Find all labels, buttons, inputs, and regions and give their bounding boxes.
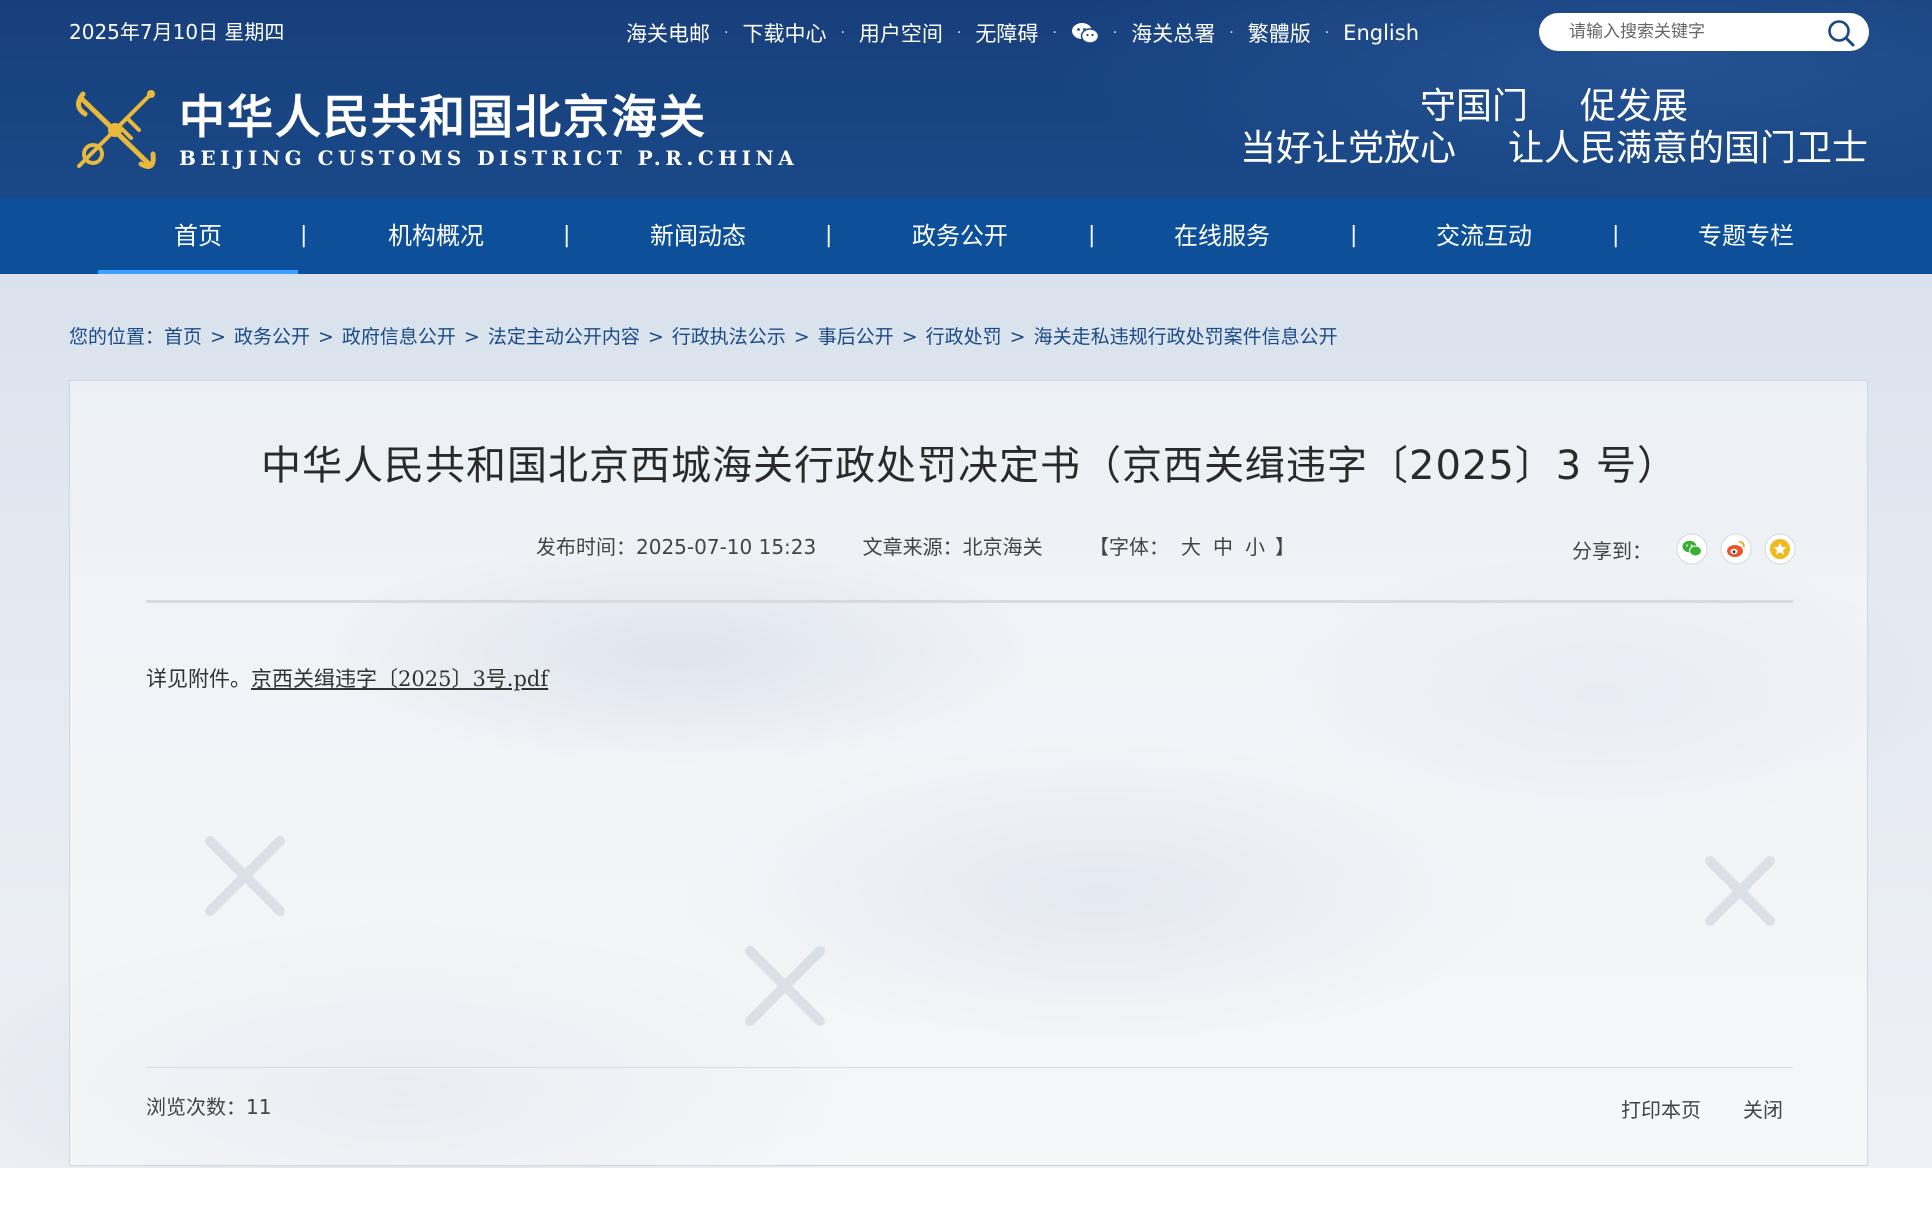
customs-emblem xyxy=(76,90,156,169)
breadcrumb-item[interactable]: 事后公开 xyxy=(818,326,894,348)
nav-separator: | xyxy=(825,223,833,248)
nav-separator: | xyxy=(1350,223,1358,248)
breadcrumb-separator: > xyxy=(1009,326,1026,348)
link-download-center[interactable]: 下载中心 xyxy=(742,18,826,48)
nav-home[interactable]: 首页 xyxy=(98,198,298,274)
breadcrumb-separator: > xyxy=(317,326,334,348)
breadcrumb-item[interactable]: 法定主动公开内容 xyxy=(488,326,640,348)
share-bar: 分享到： xyxy=(1572,533,1796,565)
dot-separator: · xyxy=(724,25,729,41)
breadcrumb-item[interactable]: 行政处罚 xyxy=(926,326,1002,348)
views-value: 11 xyxy=(246,1095,272,1119)
nav-separator: | xyxy=(563,223,571,248)
dot-separator: · xyxy=(1324,25,1330,41)
publish-label: 发布时间： xyxy=(536,535,636,559)
close-button[interactable]: 关闭 xyxy=(1743,1098,1783,1122)
dot-separator: · xyxy=(1052,25,1057,41)
article-meta: 发布时间：2025-07-10 15:23 文章来源：北京海关 【字体： 大中小】 xyxy=(536,531,1295,560)
font-size-label: 【字体： xyxy=(1088,535,1169,559)
breadcrumb-item[interactable]: 政府信息公开 xyxy=(342,326,456,348)
breadcrumb-item[interactable]: 行政执法公示 xyxy=(672,326,786,348)
nav-special-topics[interactable]: 专题专栏 xyxy=(1646,198,1846,274)
views-label: 浏览次数： xyxy=(146,1095,246,1119)
nav-about[interactable]: 机构概况 xyxy=(336,198,536,274)
link-customs-email[interactable]: 海关电邮 xyxy=(626,18,710,48)
breadcrumb-item[interactable]: 海关走私违规行政处罚案件信息公开 xyxy=(1034,326,1338,348)
slogan: 守国门 促发展 当好让党放心 让人民满意的国门卫士 xyxy=(1240,86,1868,170)
current-date: 2025年7月10日 星期四 xyxy=(69,20,285,44)
link-gacc[interactable]: 海关总署 xyxy=(1131,18,1215,48)
article-source: 北京海关 xyxy=(962,535,1043,559)
weibo-share-icon[interactable] xyxy=(1720,533,1752,565)
share-label: 分享到： xyxy=(1572,538,1652,563)
font-size-small[interactable]: 小 xyxy=(1245,535,1265,559)
nav-interaction[interactable]: 交流互动 xyxy=(1384,198,1584,274)
favorite-share-icon[interactable] xyxy=(1764,533,1796,565)
publish-time: 2025-07-10 15:23 xyxy=(636,535,817,559)
site-header: 2025年7月10日 星期四 海关电邮 · 下载中心 · 用户空间 · 无障碍 … xyxy=(0,0,1932,198)
article-body: 详见附件。京西关缉违字〔2025〕3号.pdf xyxy=(146,663,548,693)
article-panel: 中华人民共和国北京西城海关行政处罚决定书（京西关缉违字〔2025〕3 号） 发布… xyxy=(69,380,1868,1166)
print-button[interactable]: 打印本页 xyxy=(1621,1098,1701,1122)
slogan-line-1: 守国门 促发展 xyxy=(1240,86,1688,128)
dot-separator: · xyxy=(1112,25,1118,41)
site-logo[interactable]: 中华人民共和国北京海关 BEIJING CUSTOMS DISTRICT P.R… xyxy=(69,84,798,176)
body-text: 详见附件。 xyxy=(146,667,251,691)
slogan-line-2: 当好让党放心 让人民满意的国门卫士 xyxy=(1240,128,1868,170)
attachment-link[interactable]: 京西关缉违字〔2025〕3号.pdf xyxy=(251,667,548,691)
breadcrumb-separator: > xyxy=(210,326,226,348)
link-traditional[interactable]: 繁體版 xyxy=(1248,18,1311,48)
slogan-phrase: 让人民满意的国门卫士 xyxy=(1507,128,1868,169)
nav-separator: | xyxy=(300,223,308,248)
search-icon[interactable] xyxy=(1827,19,1855,47)
breadcrumb-separator: > xyxy=(647,326,664,348)
dot-separator: · xyxy=(1229,25,1234,41)
slogan-phrase: 守国门 xyxy=(1419,86,1528,127)
breadcrumb-item[interactable]: 首页 xyxy=(164,326,202,348)
link-accessibility[interactable]: 无障碍 xyxy=(975,18,1038,48)
divider xyxy=(146,600,1793,603)
top-links: 海关电邮 · 下载中心 · 用户空间 · 无障碍 · · 海关总署 · 繁體版 … xyxy=(626,18,1419,48)
nav-news[interactable]: 新闻动态 xyxy=(598,198,798,274)
search-box xyxy=(1539,13,1869,51)
view-count: 浏览次数：11 xyxy=(146,1091,271,1120)
slogan-phrase: 促发展 xyxy=(1579,86,1688,127)
divider xyxy=(146,1067,1793,1068)
breadcrumb-separator: > xyxy=(793,326,810,348)
slogan-phrase: 当好让党放心 xyxy=(1239,128,1456,169)
link-user-space[interactable]: 用户空间 xyxy=(859,18,943,48)
link-english[interactable]: English xyxy=(1343,21,1419,45)
nav-separator: | xyxy=(1088,223,1096,248)
font-size-large[interactable]: 大 xyxy=(1181,535,1201,559)
watermark-background xyxy=(205,836,1775,1026)
nav-government-affairs[interactable]: 政务公开 xyxy=(860,198,1060,274)
breadcrumb-separator: > xyxy=(463,326,480,348)
search-input[interactable] xyxy=(1567,21,1811,43)
nav-online-service[interactable]: 在线服务 xyxy=(1122,198,1322,274)
breadcrumb-separator: > xyxy=(901,326,918,348)
main-nav: 首页 | 机构概况 | 新闻动态 | 政务公开 | 在线服务 | 交流互动 | … xyxy=(0,198,1932,274)
dot-separator: · xyxy=(840,25,845,41)
logo-chinese-name: 中华人民共和国北京海关 xyxy=(179,90,707,144)
breadcrumb: 您的位置：首页 > 政务公开 > 政府信息公开 > 法定主动公开内容 > 行政执法公示 > 事后公开… xyxy=(69,322,1338,349)
logo-text: 中华人民共和国北京海关 BEIJING CUSTOMS DISTRICT P.R… xyxy=(179,90,798,170)
article-actions: 打印本页 关闭 xyxy=(1579,1094,1783,1123)
logo-english-name: BEIJING CUSTOMS DISTRICT P.R.CHINA xyxy=(179,146,799,170)
dot-separator: · xyxy=(956,25,962,41)
nav-separator: | xyxy=(1612,223,1620,248)
article-title: 中华人民共和国北京西城海关行政处罚决定书（京西关缉违字〔2025〕3 号） xyxy=(261,443,1678,489)
wechat-share-icon[interactable] xyxy=(1676,533,1708,565)
breadcrumb-item[interactable]: 政务公开 xyxy=(234,326,310,348)
breadcrumb-label: 您的位置： xyxy=(69,326,165,348)
font-size-medium[interactable]: 中 xyxy=(1213,535,1233,559)
wechat-icon[interactable] xyxy=(1071,22,1100,44)
source-label: 文章来源： xyxy=(862,535,963,559)
font-size-close-bracket: 】 xyxy=(1274,535,1295,559)
